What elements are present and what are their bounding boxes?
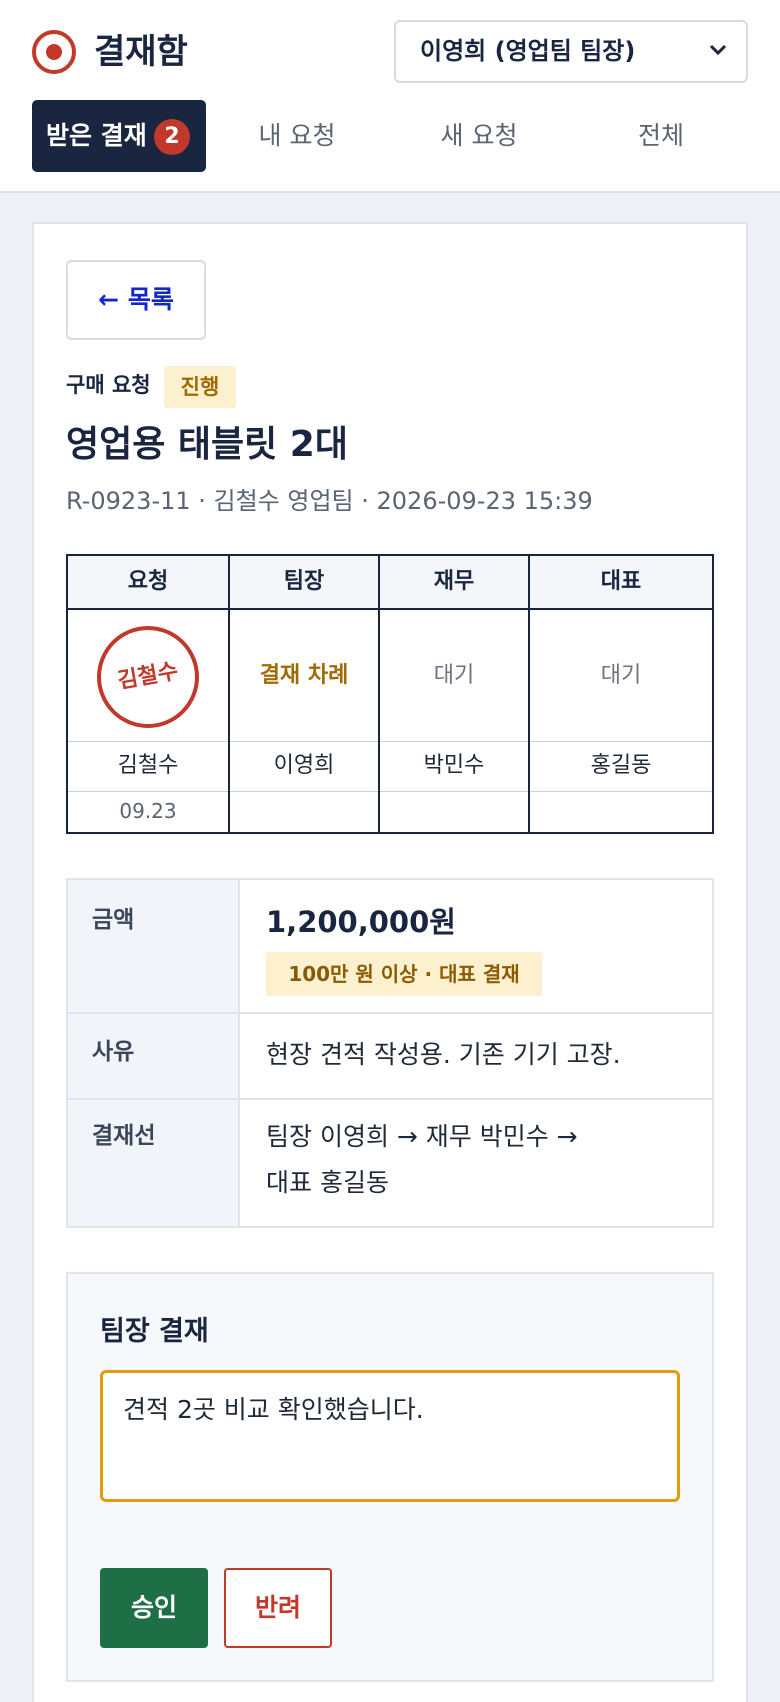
approval-col-ceo: 대표 대기 홍길동: [530, 556, 712, 832]
reject-button[interactable]: 반려: [224, 1568, 332, 1648]
chevron-down-icon: [709, 44, 727, 56]
approver-name: 박민수: [380, 742, 528, 792]
approval-grid: 요청 김철수 김철수 09.23 팀장 결재 차례 이영희 재무 대기 박민수 …: [66, 554, 714, 834]
user-select[interactable]: 이영희 (영업팀 팀장): [394, 20, 748, 83]
approval-line-2: 대표 홍길동: [266, 1168, 389, 1197]
detail-table: 금액 1,200,000원 100만 원 이상 · 대표 결재 사유 현장 견적…: [66, 878, 714, 1228]
doc-title: 영업용 태블릿 2대: [66, 424, 348, 465]
approval-role: 재무: [380, 556, 528, 610]
comment-textarea[interactable]: 견적 2곳 비교 확인했습니다.: [100, 1370, 680, 1502]
back-to-list-button[interactable]: ← 목록: [66, 260, 206, 340]
decision-panel: 팀장 결재 견적 2곳 비교 확인했습니다. 승인 반려: [66, 1272, 714, 1682]
approval-date: [380, 792, 528, 832]
decision-title: 팀장 결재: [100, 1316, 209, 1347]
approver-name: 이영희: [230, 742, 378, 792]
count-badge: 2: [154, 119, 190, 155]
approval-state: 대기: [530, 610, 712, 742]
approval-col-finance: 재무 대기 박민수: [380, 556, 530, 832]
approval-state: 결재 차례: [230, 610, 378, 742]
approval-line-1: 팀장 이영희 → 재무 박민수 →: [266, 1122, 578, 1151]
approval-col-teamlead: 팀장 결재 차례 이영희: [230, 556, 380, 832]
tab-new-request[interactable]: 새 요청: [388, 100, 570, 172]
approver-name: 홍길동: [530, 742, 712, 792]
approval-date: [230, 792, 378, 832]
user-select-value: 이영희 (영업팀 팀장): [420, 37, 636, 65]
approval-line-label: 결재선: [92, 1123, 156, 1149]
app-title: 결재함: [94, 32, 188, 72]
approve-button[interactable]: 승인: [100, 1568, 208, 1648]
approval-role: 팀장: [230, 556, 378, 610]
approval-state: 대기: [380, 610, 528, 742]
status-badge: 진행: [164, 366, 236, 408]
amount-value: 1,200,000원: [266, 905, 456, 939]
amount-label: 금액: [92, 907, 135, 933]
amount-note-badge: 100만 원 이상 · 대표 결재: [266, 952, 542, 996]
tab-all[interactable]: 전체: [570, 100, 752, 172]
reason-label: 사유: [92, 1039, 135, 1065]
approval-date: [530, 792, 712, 832]
record-icon: [32, 30, 76, 74]
approver-name: 김철수: [68, 742, 228, 792]
tab-my-requests[interactable]: 내 요청: [206, 100, 388, 172]
seal-stamp: 김철수: [97, 626, 199, 728]
approval-role: 대표: [530, 556, 712, 610]
approval-date: 09.23: [119, 799, 177, 823]
doc-meta: R-0923-11 · 김철수 영업팀 · 2026-09-23 15:39: [66, 487, 593, 515]
tab-label: 받은 결재: [46, 121, 147, 150]
doc-type: 구매 요청: [66, 373, 151, 397]
approval-sign: 김철수: [68, 610, 228, 742]
app-header: 결재함 이영희 (영업팀 팀장) 받은 결재 2 내 요청 새 요청 전체: [0, 0, 780, 193]
stamp-text: 김철수: [115, 658, 180, 695]
reason-value: 현장 견적 작성용. 기존 기기 고장.: [266, 1040, 621, 1069]
tab-received[interactable]: 받은 결재 2: [32, 100, 206, 172]
approval-col-requester: 요청 김철수 김철수 09.23: [68, 556, 230, 832]
approval-role: 요청: [68, 556, 228, 610]
